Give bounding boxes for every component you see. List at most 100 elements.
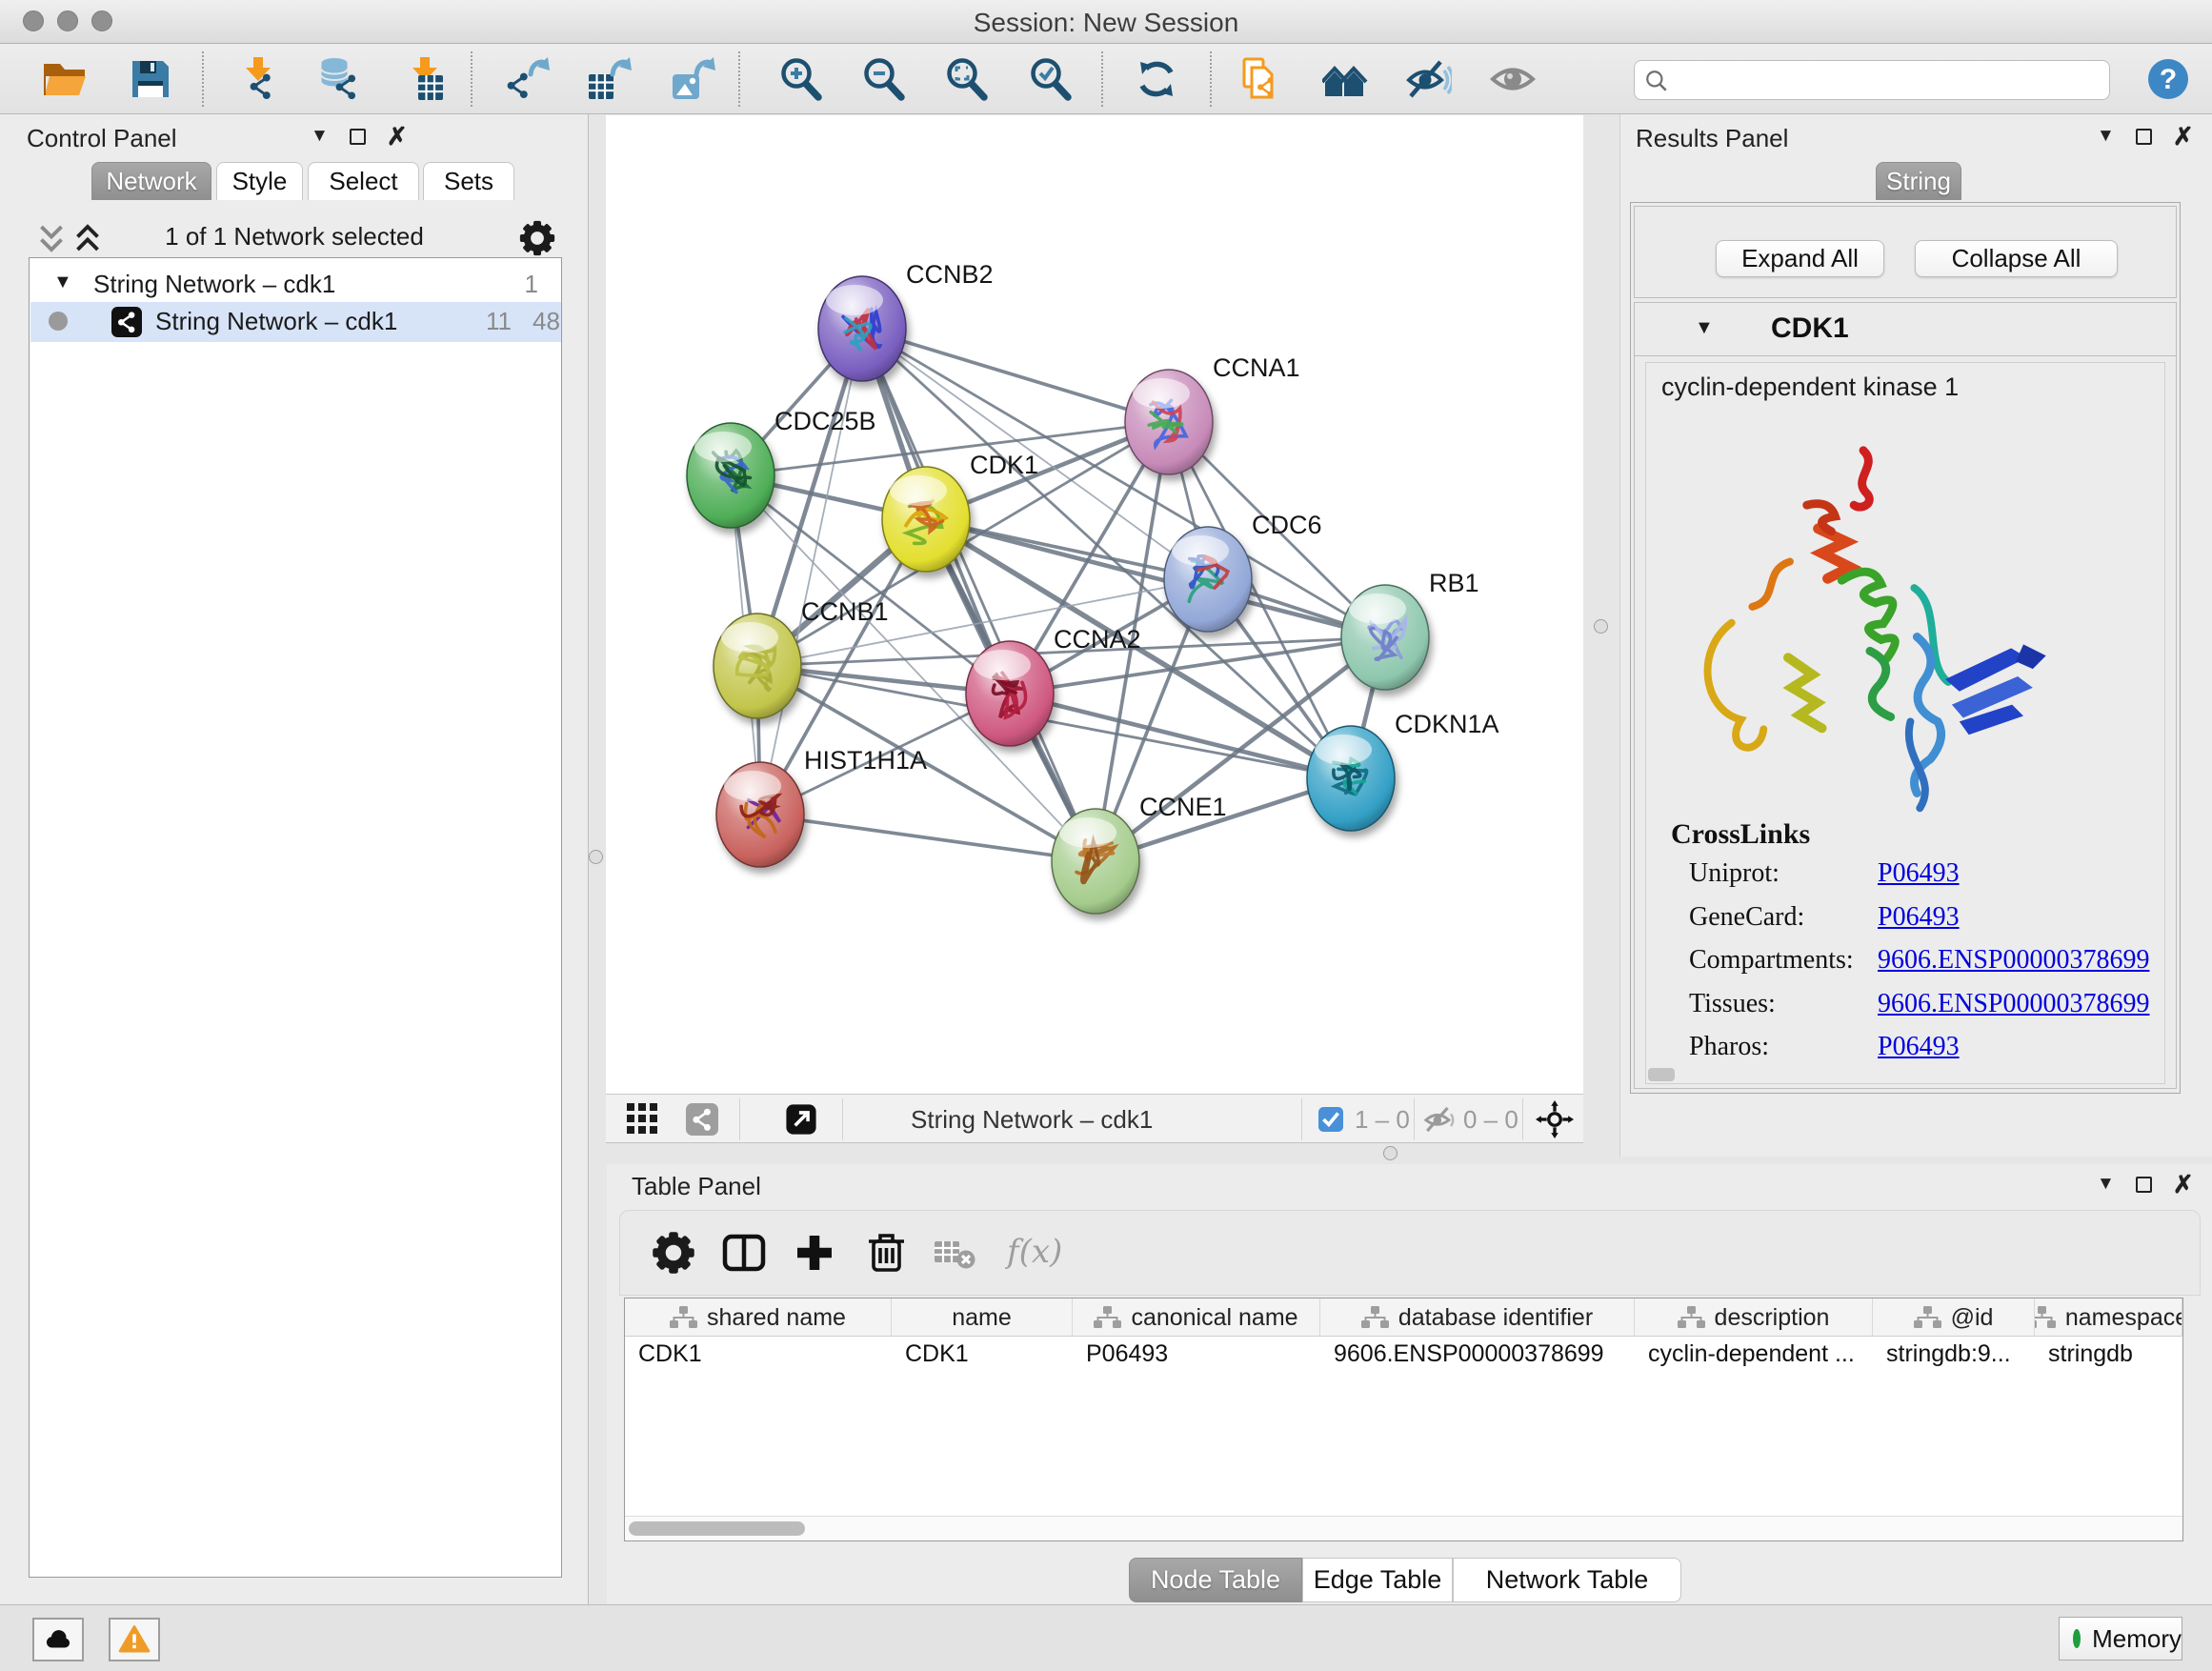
column-header--id[interactable]: @id <box>1873 1299 2035 1337</box>
zoom-in-icon[interactable] <box>778 56 824 102</box>
refresh-icon[interactable] <box>1134 56 1179 102</box>
float-panel-icon[interactable] <box>2136 1177 2152 1193</box>
float-panel-icon[interactable] <box>2136 129 2152 145</box>
right-splitter-handle[interactable] <box>1594 619 1608 634</box>
grid-view-icon[interactable] <box>627 1103 659 1136</box>
crosslink-value-link[interactable]: P06493 <box>1878 858 1960 889</box>
table-cell[interactable]: stringdb:9... <box>1873 1337 2035 1373</box>
collection-expand-icon[interactable]: ▼ <box>53 272 72 293</box>
close-panel-icon[interactable]: ✗ <box>387 129 408 145</box>
warnings-button[interactable] <box>109 1618 160 1661</box>
column-header-database-identifier[interactable]: database identifier <box>1320 1299 1635 1337</box>
network-node-cdkn1a[interactable] <box>1307 726 1395 831</box>
network-node-ccna1[interactable] <box>1125 370 1213 474</box>
table-cell[interactable]: cyclin-dependent ... <box>1635 1337 1873 1373</box>
column-header-namespace[interactable]: namespace <box>2035 1299 2182 1337</box>
open-session-icon[interactable] <box>42 56 88 102</box>
column-header-canonical-name[interactable]: canonical name <box>1073 1299 1320 1337</box>
import-network-database-icon[interactable] <box>317 56 363 102</box>
close-panel-icon[interactable]: ✗ <box>2173 1177 2194 1193</box>
detach-view-icon[interactable] <box>785 1103 817 1136</box>
network-node-cdc25b[interactable] <box>687 423 774 528</box>
table-scrollbar-thumb[interactable] <box>629 1521 805 1536</box>
tab-edge-table[interactable]: Edge Table <box>1302 1558 1453 1602</box>
help-icon[interactable]: ? <box>2145 56 2191 102</box>
network-graph[interactable]: CCNB2 CCNA1 CDC25B CDK1 CDC6 RB1 CCNB1 C… <box>606 115 1583 1094</box>
table-row[interactable]: CDK1CDK1P064939606.ENSP00000378699cyclin… <box>625 1337 2182 1373</box>
node-section-header[interactable]: ▼ CDK1 <box>1635 303 2176 356</box>
zoom-fit-icon[interactable] <box>944 56 990 102</box>
table-cell[interactable]: stringdb <box>2035 1337 2182 1373</box>
cloud-button[interactable] <box>32 1618 84 1661</box>
import-table-file-icon[interactable] <box>403 56 449 102</box>
network-row-selected[interactable]: String Network – cdk1 11 48 <box>30 302 561 342</box>
network-node-rb1[interactable] <box>1341 585 1429 690</box>
close-panel-icon[interactable]: ✗ <box>2173 129 2194 145</box>
collapse-all-button[interactable]: Collapse All <box>1915 240 2118 277</box>
zoom-out-icon[interactable] <box>861 56 907 102</box>
crosslink-value-link[interactable]: P06493 <box>1878 902 1960 933</box>
table-cell[interactable]: P06493 <box>1073 1337 1320 1373</box>
network-edge[interactable] <box>862 329 1096 861</box>
save-session-icon[interactable] <box>128 56 173 102</box>
tab-network-table[interactable]: Network Table <box>1453 1558 1681 1602</box>
network-node-cdk1[interactable] <box>882 467 970 572</box>
hidden-eye-icon[interactable] <box>1423 1103 1456 1136</box>
crosslink-value-link[interactable]: 9606.ENSP00000378699 <box>1878 989 2149 1019</box>
network-node-ccnb1[interactable] <box>714 614 801 718</box>
float-panel-icon[interactable] <box>350 129 366 145</box>
column-header-name[interactable]: name <box>892 1299 1073 1337</box>
table-cell[interactable]: 9606.ENSP00000378699 <box>1320 1337 1635 1373</box>
table-horizontal-scrollbar[interactable] <box>625 1516 2182 1540</box>
table-cell[interactable]: CDK1 <box>625 1337 892 1373</box>
network-node-ccna2[interactable] <box>966 641 1054 746</box>
crosslink-value-link[interactable]: 9606.ENSP00000378699 <box>1878 945 2149 976</box>
network-edge[interactable] <box>760 815 1096 861</box>
bottom-splitter-handle[interactable] <box>1383 1146 1398 1160</box>
column-header-shared-name[interactable]: shared name <box>625 1299 892 1337</box>
show-columns-icon[interactable] <box>721 1230 767 1276</box>
section-expand-icon[interactable]: ▼ <box>1695 317 1714 339</box>
left-splitter-handle[interactable] <box>589 850 603 864</box>
network-node-ccnb2[interactable] <box>818 276 906 381</box>
network-edge[interactable] <box>862 329 1169 422</box>
export-network-icon[interactable] <box>504 56 550 102</box>
import-network-file-icon[interactable] <box>236 56 282 102</box>
panel-menu-icon[interactable]: ▼ <box>311 126 329 147</box>
show-all-icon[interactable] <box>1490 56 1536 102</box>
memory-button[interactable]: Memory <box>2059 1617 2182 1661</box>
neighbors-icon[interactable] <box>1322 56 1368 102</box>
zoom-selected-icon[interactable] <box>1028 56 1074 102</box>
add-column-icon[interactable] <box>792 1230 837 1276</box>
table-cell[interactable]: CDK1 <box>892 1337 1073 1373</box>
delete-column-icon[interactable] <box>864 1230 910 1276</box>
tab-select[interactable]: Select <box>308 162 419 200</box>
tab-node-table[interactable]: Node Table <box>1129 1558 1302 1602</box>
node-table[interactable]: shared namename canonical name database … <box>624 1298 2183 1541</box>
expand-all-button[interactable]: Expand All <box>1716 240 1884 277</box>
crosshair-icon[interactable] <box>1536 1100 1574 1138</box>
crosslink-value-link[interactable]: P06493 <box>1878 1032 1960 1062</box>
export-table-icon[interactable] <box>586 56 632 102</box>
gear-icon[interactable] <box>518 219 556 257</box>
table-settings-gear-icon[interactable] <box>651 1230 696 1276</box>
panel-menu-icon[interactable]: ▼ <box>2097 126 2115 147</box>
panel-menu-icon[interactable]: ▼ <box>2097 1174 2115 1195</box>
network-edge[interactable] <box>760 329 862 815</box>
duplicate-network-icon[interactable] <box>1237 56 1283 102</box>
tab-string[interactable]: String <box>1876 162 1961 200</box>
hide-selected-icon[interactable] <box>1406 56 1452 102</box>
network-share-icon[interactable] <box>686 1103 718 1136</box>
tab-network[interactable]: Network <box>91 162 211 200</box>
network-view[interactable]: CCNB2 CCNA1 CDC25B CDK1 CDC6 RB1 CCNB1 C… <box>606 115 1583 1094</box>
results-scrollbar-thumb[interactable] <box>1648 1068 1675 1081</box>
tab-sets[interactable]: Sets <box>423 162 514 200</box>
network-collection-row[interactable]: ▼ String Network – cdk1 1 <box>30 268 561 302</box>
search-input[interactable] <box>1677 64 2101 96</box>
tab-style[interactable]: Style <box>216 162 303 200</box>
network-node-hist1h1a[interactable] <box>716 762 804 867</box>
export-image-icon[interactable] <box>670 56 715 102</box>
column-header-description[interactable]: description <box>1635 1299 1873 1337</box>
network-node-ccne1[interactable] <box>1052 809 1139 914</box>
selected-checkbox-icon[interactable] <box>1318 1107 1343 1132</box>
